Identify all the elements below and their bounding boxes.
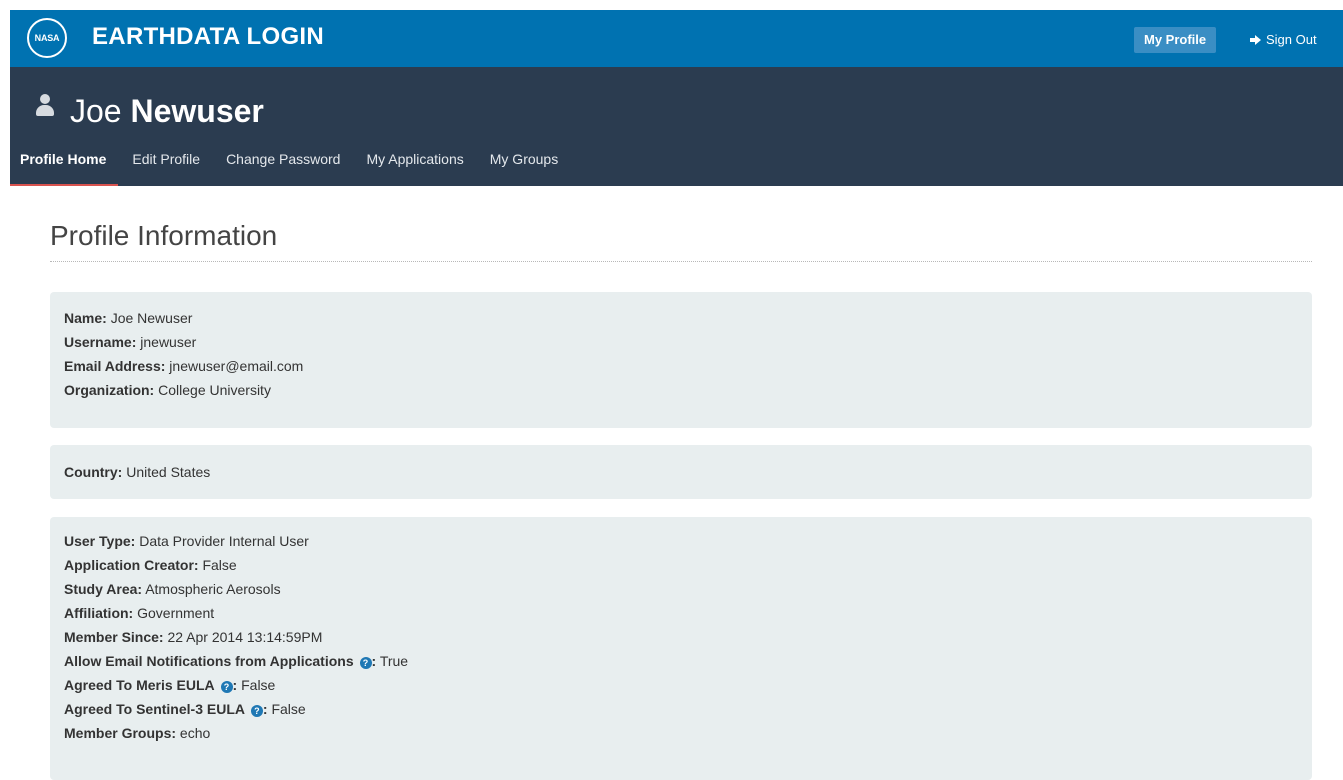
profile-header: Joe Newuser Profile Home Edit Profile Ch… — [10, 67, 1343, 186]
member-since-value: 22 Apr 2014 13:14:59PM — [167, 629, 323, 645]
help-icon[interactable]: ? — [220, 681, 233, 693]
organization-row: Organization: College University — [64, 378, 1298, 402]
member-groups-label: Member Groups: — [64, 725, 177, 741]
user-type-row: User Type: Data Provider Internal User — [64, 529, 1298, 553]
my-profile-button[interactable]: My Profile — [1134, 27, 1217, 53]
name-row: Name: Joe Newuser — [64, 306, 1298, 330]
sign-out-link[interactable]: Sign Out — [1250, 27, 1317, 53]
country-row: Country: United States — [64, 460, 1298, 484]
organization-value: College University — [158, 382, 271, 398]
email-notifications-label: Allow Email Notifications from Applicati… — [64, 653, 354, 669]
tab-edit-profile[interactable]: Edit Profile — [122, 147, 200, 186]
username-row: Username: jnewuser — [64, 330, 1298, 354]
tab-my-applications[interactable]: My Applications — [356, 147, 463, 186]
profile-tabs: Profile Home Edit Profile Change Passwor… — [10, 147, 574, 186]
help-icon[interactable]: ? — [250, 705, 263, 717]
sentinel-eula-label: Agreed To Sentinel-3 EULA — [64, 701, 245, 717]
brand-title[interactable]: EARTHDATA LOGIN — [92, 23, 324, 51]
organization-label: Organization: — [64, 382, 155, 398]
nasa-logo-text: NASA — [34, 33, 60, 43]
email-notifications-value: True — [379, 653, 409, 669]
email-notifications-row: Allow Email Notifications from Applicati… — [64, 649, 1298, 673]
email-row: Email Address: jnewuser@email.com — [64, 354, 1298, 378]
tab-my-groups[interactable]: My Groups — [480, 147, 558, 186]
user-last-name: Newuser — [130, 93, 264, 129]
member-groups-value: echo — [179, 725, 211, 741]
user-display-name: Joe Newuser — [70, 91, 264, 131]
meris-eula-value: False — [241, 677, 276, 693]
name-label: Name: — [64, 310, 107, 326]
app-creator-label: Application Creator: — [64, 557, 199, 573]
label-colon: : — [262, 701, 268, 717]
user-first-name: Joe — [70, 93, 122, 129]
user-type-label: User Type: — [64, 533, 136, 549]
country-value: United States — [126, 464, 211, 480]
study-area-value: Atmospheric Aerosols — [145, 581, 281, 597]
app-creator-row: Application Creator: False — [64, 553, 1298, 577]
identity-panel: Name: Joe Newuser Username: jnewuser Ema… — [50, 292, 1312, 428]
email-label: Email Address: — [64, 358, 166, 374]
title-divider — [50, 261, 1312, 262]
email-value: jnewuser@email.com — [169, 358, 304, 374]
username-label: Username: — [64, 334, 137, 350]
nasa-logo[interactable]: NASA — [27, 18, 67, 58]
study-area-row: Study Area: Atmospheric Aerosols — [64, 577, 1298, 601]
sentinel-eula-value: False — [271, 701, 306, 717]
study-area-label: Study Area: — [64, 581, 143, 597]
country-label: Country: — [64, 464, 123, 480]
meris-eula-label: Agreed To Meris EULA — [64, 677, 215, 693]
section-title: Profile Information — [50, 220, 278, 251]
affiliation-row: Affiliation: Government — [64, 601, 1298, 625]
label-colon: : — [371, 653, 377, 669]
username-value: jnewuser — [140, 334, 197, 350]
label-colon: : — [232, 677, 238, 693]
user-icon — [36, 94, 54, 116]
user-type-value: Data Provider Internal User — [139, 533, 309, 549]
account-details-panel: User Type: Data Provider Internal User A… — [50, 517, 1312, 780]
help-icon[interactable]: ? — [359, 657, 372, 669]
top-bar: NASA EARTHDATA LOGIN My Profile Sign Out — [10, 10, 1343, 67]
meris-eula-row: Agreed To Meris EULA ?: False — [64, 673, 1298, 697]
member-since-row: Member Since: 22 Apr 2014 13:14:59PM — [64, 625, 1298, 649]
name-value: Joe Newuser — [110, 310, 193, 326]
tab-profile-home[interactable]: Profile Home — [10, 147, 119, 186]
member-since-label: Member Since: — [64, 629, 164, 645]
sign-out-label: Sign Out — [1266, 32, 1317, 47]
member-groups-row: Member Groups: echo — [64, 721, 1298, 745]
country-panel: Country: United States — [50, 445, 1312, 499]
affiliation-label: Affiliation: — [64, 605, 134, 621]
affiliation-value: Government — [137, 605, 215, 621]
sign-out-icon — [1250, 35, 1261, 45]
sentinel-eula-row: Agreed To Sentinel-3 EULA ?: False — [64, 697, 1298, 721]
tab-change-password[interactable]: Change Password — [216, 147, 340, 186]
app-creator-value: False — [202, 557, 237, 573]
